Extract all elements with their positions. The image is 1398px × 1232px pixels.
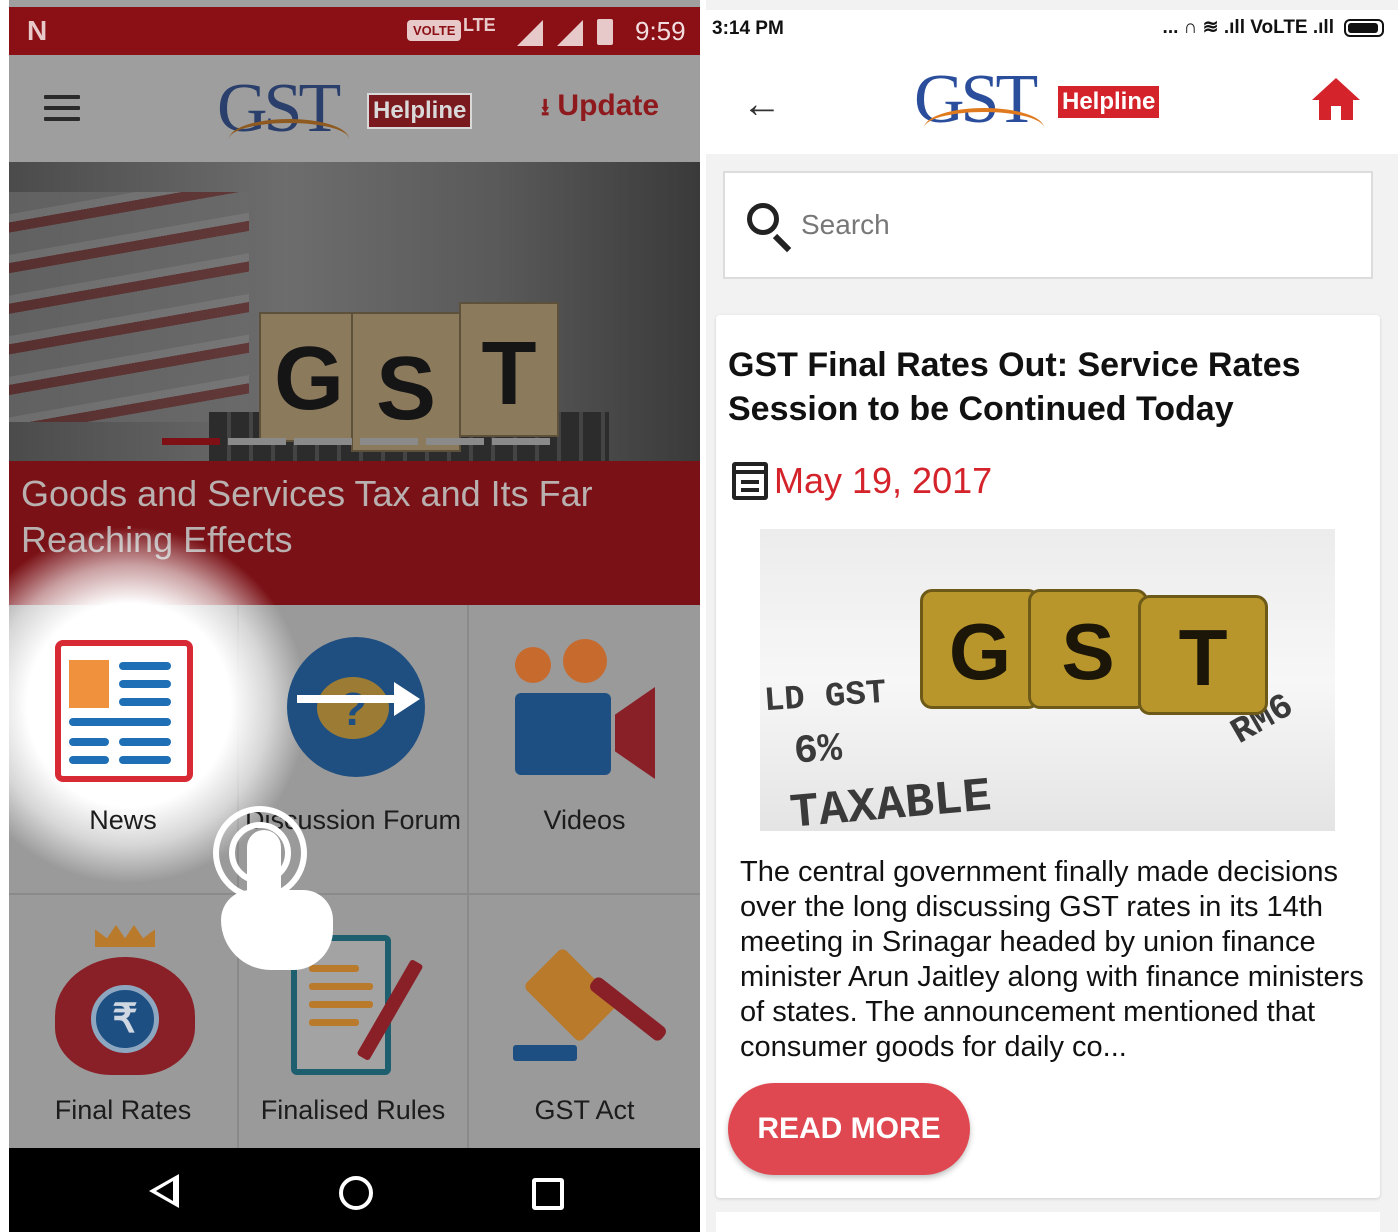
carousel-indicators — [162, 438, 550, 445]
carousel-dot[interactable] — [228, 438, 286, 445]
tile-final-rates[interactable]: ₹ Final Rates — [9, 895, 239, 1148]
tile-news[interactable]: News — [9, 525, 309, 895]
gold-cube: T — [1138, 595, 1268, 715]
left-phone-screen: N VOLTE LTE 9:59 GST Helpline ⭳ Update G … — [9, 0, 700, 1232]
system-nav-bar — [9, 1148, 700, 1232]
article-excerpt: The central government finally made deci… — [740, 856, 1364, 1063]
video-camera-icon — [515, 635, 660, 785]
status-time: 3:14 PM — [712, 18, 784, 39]
notification-n-icon: N — [27, 15, 48, 46]
download-icon: ⭳ — [541, 94, 550, 121]
right-status-bar: 3:14 PM ... ∩ ≋ .ıll VoLTE .ıll — [706, 10, 1398, 48]
tile-label: Videos — [543, 805, 626, 835]
signal-icon — [557, 20, 583, 46]
image-text: 6% — [792, 727, 844, 776]
status-icons-text: ... ∩ ≋ .ıll VoLTE .ıll — [1162, 17, 1334, 38]
back-triangle-inner — [156, 1181, 173, 1201]
logo-badge: Helpline — [1056, 84, 1162, 120]
tile-videos[interactable]: Videos — [469, 605, 700, 895]
menu-hamburger-icon[interactable] — [44, 95, 80, 121]
logo-swoosh — [924, 108, 1044, 148]
back-arrow-icon[interactable]: ← — [742, 82, 782, 127]
carousel-dot[interactable] — [360, 438, 418, 445]
tile-label: Finalised Rules — [260, 1095, 446, 1125]
tile-label: GST Act — [534, 1095, 635, 1125]
status-icons: ... ∩ ≋ .ıll VoLTE .ıll — [1163, 16, 1384, 39]
carousel-dot[interactable] — [426, 438, 484, 445]
carousel-dot[interactable] — [492, 438, 550, 445]
volte-badge: VOLTE — [407, 20, 462, 41]
gold-cube: G — [920, 589, 1040, 709]
image-text: TAXABLE — [788, 770, 994, 831]
right-app-bar: ← GST Helpline — [706, 48, 1398, 154]
banner-cube: T — [459, 302, 559, 437]
logo-badge: Helpline — [367, 93, 473, 129]
tile-gst-act[interactable]: GST Act — [469, 895, 700, 1148]
banner-cube: G — [259, 312, 359, 442]
network-type: LTE — [463, 15, 496, 35]
tile-label: News — [89, 805, 157, 835]
search-icon-handle — [772, 233, 792, 253]
recents-square-icon[interactable] — [532, 1178, 564, 1210]
article-title[interactable]: GST Final Rates Out: Service Rates Sessi… — [728, 343, 1368, 431]
battery-icon — [1344, 18, 1384, 37]
logo-swoosh — [229, 119, 349, 159]
article-image[interactable]: LD GST 6% TAXABLE RM6 G S T — [760, 529, 1335, 831]
newspaper-icon — [55, 640, 193, 782]
banner-books — [9, 192, 249, 422]
gavel-icon — [513, 935, 669, 1075]
tap-hand-icon — [207, 800, 337, 975]
carousel-dot[interactable] — [294, 438, 352, 445]
menu-grid: News ? Discussion Forum Videos ₹ Final R… — [9, 525, 700, 1148]
search-icon — [747, 203, 779, 235]
article-date-text: May 19, 2017 — [774, 460, 993, 501]
app-logo: GST Helpline — [217, 69, 487, 149]
update-button[interactable]: ⭳ Update — [541, 89, 659, 131]
status-time: 9:59 — [635, 16, 686, 46]
gold-cube: S — [1028, 589, 1148, 709]
image-text: LD GST — [762, 674, 888, 722]
left-status-bar: N VOLTE LTE 9:59 — [9, 7, 700, 55]
home-circle-icon[interactable] — [339, 1176, 373, 1210]
battery-icon — [597, 19, 613, 45]
banner-cube: S — [351, 312, 461, 452]
tile-label: Final Rates — [54, 1095, 192, 1125]
right-phone-screen: 3:14 PM ... ∩ ≋ .ıll VoLTE .ıll ← GST He… — [706, 0, 1398, 1232]
home-icon[interactable] — [1312, 78, 1360, 122]
app-logo: GST Helpline — [914, 60, 1174, 140]
signal-icon — [517, 20, 543, 46]
arrow-head — [394, 682, 420, 716]
calendar-icon — [732, 462, 768, 500]
search-box[interactable]: Search — [723, 171, 1373, 279]
screenshot-root: N VOLTE LTE 9:59 GST Helpline ⭳ Update G … — [0, 0, 1398, 1232]
next-article-card — [716, 1212, 1380, 1232]
article-date: May 19, 2017 — [732, 460, 992, 502]
arrow-right-icon — [297, 695, 409, 703]
left-app-bar: GST Helpline ⭳ Update — [9, 55, 700, 162]
article-card: GST Final Rates Out: Service Rates Sessi… — [716, 315, 1380, 1198]
carousel-dot[interactable] — [162, 438, 220, 445]
update-label: Update — [557, 89, 660, 122]
read-more-button[interactable]: READ MORE — [728, 1083, 970, 1175]
search-placeholder: Search — [801, 209, 890, 240]
money-bag-rupee-icon: ₹ — [55, 925, 195, 1075]
